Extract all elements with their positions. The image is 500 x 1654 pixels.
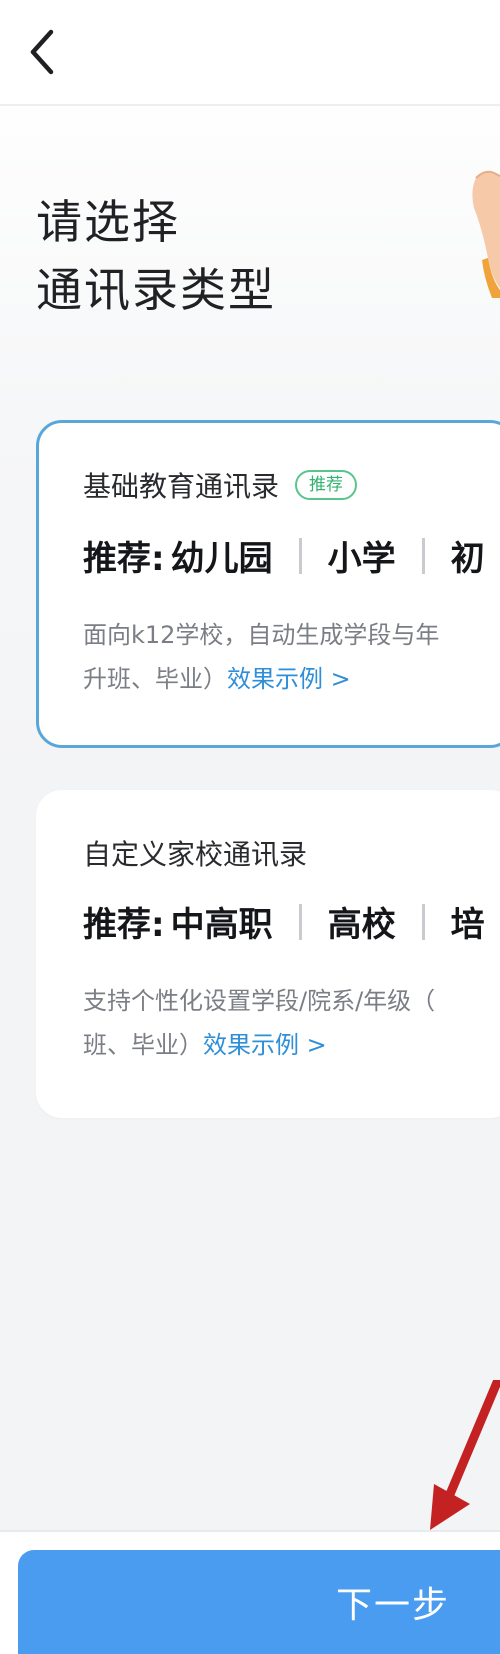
card-title-row: 自定义家校通讯录 <box>83 833 307 873</box>
recommend-row: 推荐: 中高职 高校 培 <box>83 897 485 946</box>
recommend-label: 推荐: <box>83 905 165 945</box>
card-description: 支持个性化设置学段/院系/年级（ 班、毕业）效果示例 > <box>83 979 500 1067</box>
recommend-row: 推荐: 幼儿园 小学 初 <box>83 531 485 580</box>
recommend-item: 高校 <box>327 905 396 945</box>
example-link[interactable]: 效果示例 > <box>203 1031 327 1059</box>
recommend-separator <box>298 903 302 940</box>
description-line: 支持个性化设置学段/院系/年级（ <box>83 987 436 1015</box>
page-title-line1: 请选择 <box>36 195 180 249</box>
recommend-separator <box>421 537 425 574</box>
example-link[interactable]: 效果示例 > <box>227 665 351 693</box>
top-bar <box>0 0 500 106</box>
recommend-item: 初 <box>450 539 485 579</box>
description-text: 升班、毕业） <box>83 665 227 693</box>
recommend-label: 推荐: <box>83 539 165 579</box>
next-step-button[interactable]: 下一步 <box>18 1550 500 1654</box>
description-line: 升班、毕业）效果示例 > <box>83 657 500 701</box>
address-book-type-card-basic[interactable]: 基础教育通讯录 推荐 推荐: 幼儿园 小学 初 面向k12学校，自动生成学段与年… <box>36 420 500 748</box>
description-line: 面向k12学校，自动生成学段与年 <box>83 621 440 649</box>
hand-illustration <box>472 170 500 298</box>
chevron-left-icon <box>30 29 54 75</box>
recommend-item: 小学 <box>327 539 396 579</box>
recommend-item: 中高职 <box>170 905 273 945</box>
card-title: 基础教育通讯录 <box>83 470 280 503</box>
description-text: 班、毕业） <box>83 1031 203 1059</box>
recommended-badge: 推荐 <box>295 470 358 500</box>
bottom-bar: 下一步 <box>0 1530 500 1654</box>
back-button[interactable] <box>14 22 70 82</box>
recommend-item: 幼儿园 <box>170 539 273 579</box>
address-book-type-card-custom[interactable]: 自定义家校通讯录 推荐: 中高职 高校 培 支持个性化设置学段/院系/年级（ 班… <box>36 790 500 1118</box>
card-title: 自定义家校通讯录 <box>83 838 308 871</box>
red-arrow-annotation <box>430 1380 500 1530</box>
description-line: 班、毕业）效果示例 > <box>83 1023 500 1067</box>
recommend-separator <box>421 903 425 940</box>
card-description: 面向k12学校，自动生成学段与年 升班、毕业）效果示例 > <box>83 613 500 701</box>
recommend-separator <box>298 537 302 574</box>
page-title: 请选择 通讯录类型 <box>36 188 276 324</box>
recommend-item: 培 <box>450 905 485 945</box>
page-title-line2: 通讯录类型 <box>36 263 276 317</box>
card-title-row: 基础教育通讯录 推荐 <box>83 465 358 505</box>
